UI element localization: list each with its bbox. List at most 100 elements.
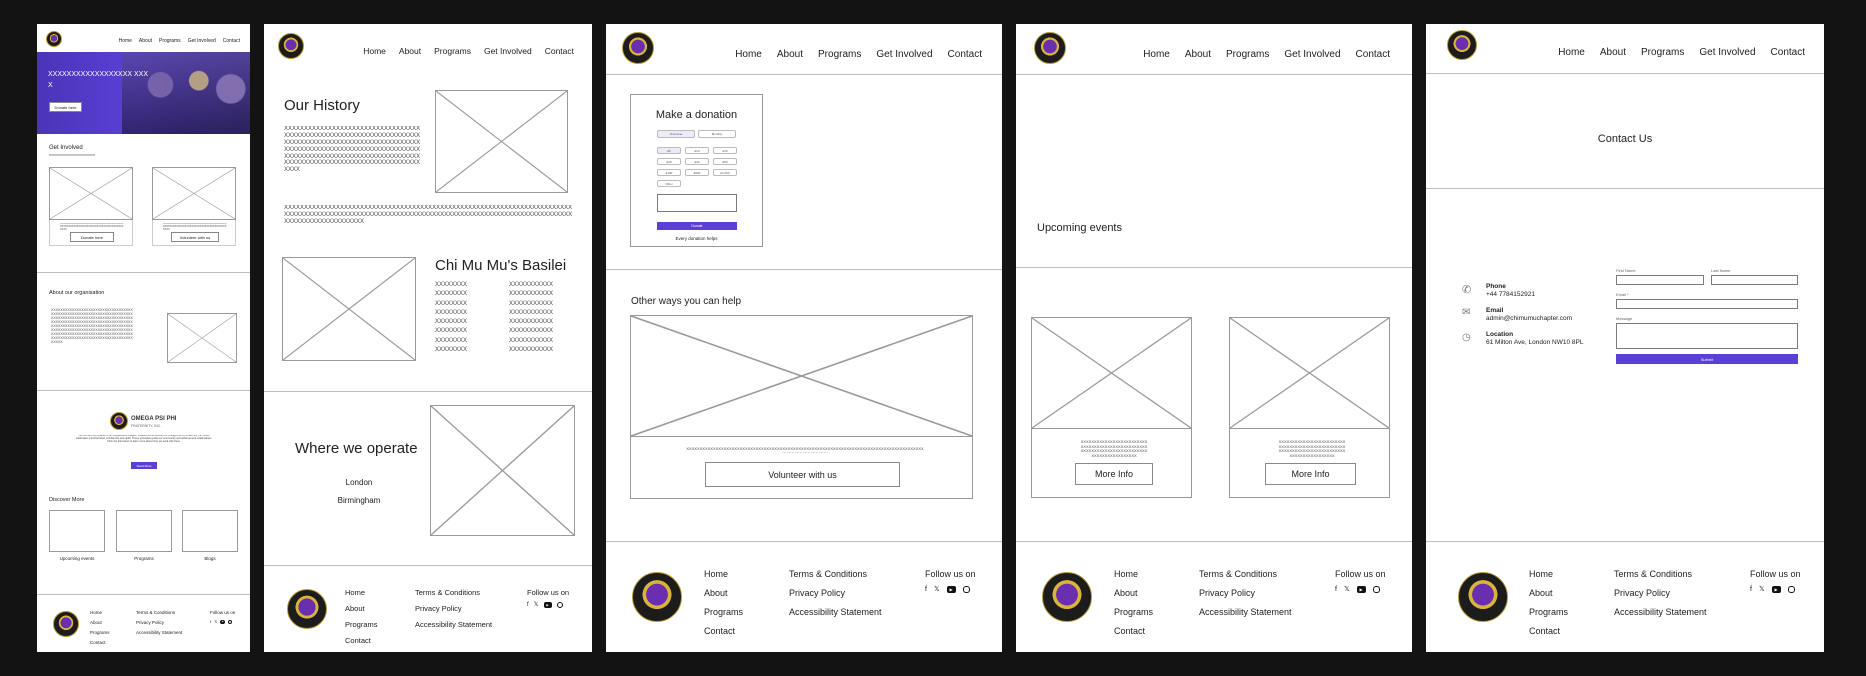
footer-about[interactable]: About bbox=[1529, 588, 1568, 598]
card1-donate-button[interactable]: Donate here bbox=[70, 232, 114, 242]
message-input[interactable] bbox=[1616, 323, 1798, 349]
nav-get-involved[interactable]: Get Involved bbox=[876, 49, 932, 60]
nav-about[interactable]: About bbox=[1185, 49, 1211, 60]
footer-privacy[interactable]: Privacy Policy bbox=[1199, 588, 1292, 598]
youtube-icon[interactable]: ▶ bbox=[946, 585, 956, 593]
facebook-icon[interactable]: f bbox=[1750, 586, 1752, 593]
nav-home[interactable]: Home bbox=[119, 38, 132, 44]
hero-donate-button[interactable]: Donate here bbox=[49, 102, 82, 112]
instagram-icon[interactable] bbox=[556, 601, 563, 608]
card2-volunteer-button[interactable]: Volunteer with us bbox=[171, 232, 219, 242]
nav-contact[interactable]: Contact bbox=[545, 46, 574, 56]
footer-contact[interactable]: Contact bbox=[704, 626, 743, 636]
nav-programs[interactable]: Programs bbox=[1641, 47, 1684, 58]
footer-terms[interactable]: Terms & Conditions bbox=[415, 588, 492, 597]
footer-privacy[interactable]: Privacy Policy bbox=[136, 620, 182, 625]
footer-about[interactable]: About bbox=[90, 620, 110, 625]
footer-contact[interactable]: Contact bbox=[1114, 626, 1153, 636]
youtube-icon[interactable]: ▶ bbox=[220, 619, 226, 624]
footer-terms[interactable]: Terms & Conditions bbox=[136, 610, 182, 615]
event2-more-info-button[interactable]: More Info bbox=[1265, 463, 1356, 485]
footer-terms[interactable]: Terms & Conditions bbox=[1199, 569, 1292, 579]
nav-home[interactable]: Home bbox=[1558, 47, 1585, 58]
x-icon[interactable]: 𝕏 bbox=[1344, 585, 1350, 593]
amount-100[interactable]: £100 bbox=[657, 169, 681, 176]
instagram-icon[interactable] bbox=[228, 619, 233, 624]
nav-about[interactable]: About bbox=[399, 46, 421, 56]
footer-home[interactable]: Home bbox=[1114, 569, 1153, 579]
frequency-one-time[interactable]: One-time bbox=[657, 130, 695, 138]
facebook-icon[interactable]: f bbox=[527, 602, 529, 608]
logo-icon[interactable] bbox=[1447, 30, 1477, 60]
nav-about[interactable]: About bbox=[1600, 47, 1626, 58]
amount-30[interactable]: £30 bbox=[685, 158, 709, 165]
nav-get-involved[interactable]: Get Involved bbox=[484, 46, 532, 56]
footer-privacy[interactable]: Privacy Policy bbox=[415, 604, 492, 613]
footer-contact[interactable]: Contact bbox=[345, 636, 378, 645]
footer-about[interactable]: About bbox=[1114, 588, 1153, 598]
donation-comment-input[interactable] bbox=[657, 194, 737, 212]
logo-icon[interactable] bbox=[1034, 32, 1066, 64]
nav-contact[interactable]: Contact bbox=[1771, 47, 1805, 58]
footer-accessibility[interactable]: Accessibility Statement bbox=[136, 630, 182, 635]
event1-more-info-button[interactable]: More Info bbox=[1075, 463, 1153, 485]
facebook-icon[interactable]: f bbox=[210, 619, 211, 624]
footer-home[interactable]: Home bbox=[1529, 569, 1568, 579]
discover-blogs-label[interactable]: Blogs bbox=[182, 556, 238, 561]
nav-programs[interactable]: Programs bbox=[159, 38, 181, 44]
last-name-input[interactable] bbox=[1711, 275, 1798, 285]
facebook-icon[interactable]: f bbox=[925, 586, 927, 593]
youtube-icon[interactable]: ▶ bbox=[543, 601, 552, 608]
discover-events-label[interactable]: Upcoming events bbox=[49, 556, 105, 561]
footer-about[interactable]: About bbox=[345, 604, 378, 613]
footer-terms[interactable]: Terms & Conditions bbox=[789, 569, 882, 579]
amount-500[interactable]: £500 bbox=[685, 169, 709, 176]
footer-contact[interactable]: Contact bbox=[1529, 626, 1568, 636]
instagram-icon[interactable] bbox=[1372, 585, 1380, 593]
footer-privacy[interactable]: Privacy Policy bbox=[1614, 588, 1707, 598]
logo-icon[interactable] bbox=[622, 32, 654, 64]
footer-programs[interactable]: Programs bbox=[1114, 607, 1153, 617]
volunteer-button[interactable]: Volunteer with us bbox=[705, 462, 900, 487]
nav-about[interactable]: About bbox=[777, 49, 803, 60]
nav-contact[interactable]: Contact bbox=[223, 38, 240, 44]
footer-contact[interactable]: Contact bbox=[90, 640, 110, 645]
nav-get-involved[interactable]: Get Involved bbox=[1284, 49, 1340, 60]
nav-programs[interactable]: Programs bbox=[1226, 49, 1269, 60]
footer-accessibility[interactable]: Accessibility Statement bbox=[1614, 607, 1707, 617]
x-icon[interactable]: 𝕏 bbox=[214, 619, 217, 624]
youtube-icon[interactable]: ▶ bbox=[1771, 585, 1781, 593]
amount-10[interactable]: £10 bbox=[685, 147, 709, 154]
amount-20[interactable]: £20 bbox=[657, 158, 681, 165]
footer-terms[interactable]: Terms & Conditions bbox=[1614, 569, 1707, 579]
youtube-icon[interactable]: ▶ bbox=[1356, 585, 1366, 593]
x-icon[interactable]: 𝕏 bbox=[934, 585, 940, 593]
amount-5[interactable]: £5 bbox=[657, 147, 681, 154]
footer-programs[interactable]: Programs bbox=[1529, 607, 1568, 617]
footer-accessibility[interactable]: Accessibility Statement bbox=[1199, 607, 1292, 617]
first-name-input[interactable] bbox=[1616, 275, 1704, 285]
nav-contact[interactable]: Contact bbox=[1356, 49, 1390, 60]
amount-1000[interactable]: £1,000 bbox=[713, 169, 737, 176]
logo-icon[interactable] bbox=[278, 33, 304, 59]
x-icon[interactable]: 𝕏 bbox=[534, 601, 539, 608]
facebook-icon[interactable]: f bbox=[1335, 586, 1337, 593]
nav-about[interactable]: About bbox=[139, 38, 152, 44]
instagram-icon[interactable] bbox=[1787, 585, 1795, 593]
email-input[interactable] bbox=[1616, 299, 1798, 309]
discover-programs-label[interactable]: Programs bbox=[116, 556, 172, 561]
nav-get-involved[interactable]: Get Involved bbox=[188, 38, 216, 44]
donate-submit-button[interactable]: Donate bbox=[657, 222, 737, 230]
nav-programs[interactable]: Programs bbox=[818, 49, 861, 60]
nav-home[interactable]: Home bbox=[1143, 49, 1170, 60]
footer-programs[interactable]: Programs bbox=[90, 630, 110, 635]
footer-accessibility[interactable]: Accessibility Statement bbox=[789, 607, 882, 617]
footer-privacy[interactable]: Privacy Policy bbox=[789, 588, 882, 598]
footer-about[interactable]: About bbox=[704, 588, 743, 598]
footer-programs[interactable]: Programs bbox=[704, 607, 743, 617]
nav-get-involved[interactable]: Get Involved bbox=[1699, 47, 1755, 58]
logo-icon[interactable] bbox=[46, 31, 62, 47]
amount-15[interactable]: £15 bbox=[713, 147, 737, 154]
nav-programs[interactable]: Programs bbox=[434, 46, 471, 56]
nav-home[interactable]: Home bbox=[363, 46, 386, 56]
